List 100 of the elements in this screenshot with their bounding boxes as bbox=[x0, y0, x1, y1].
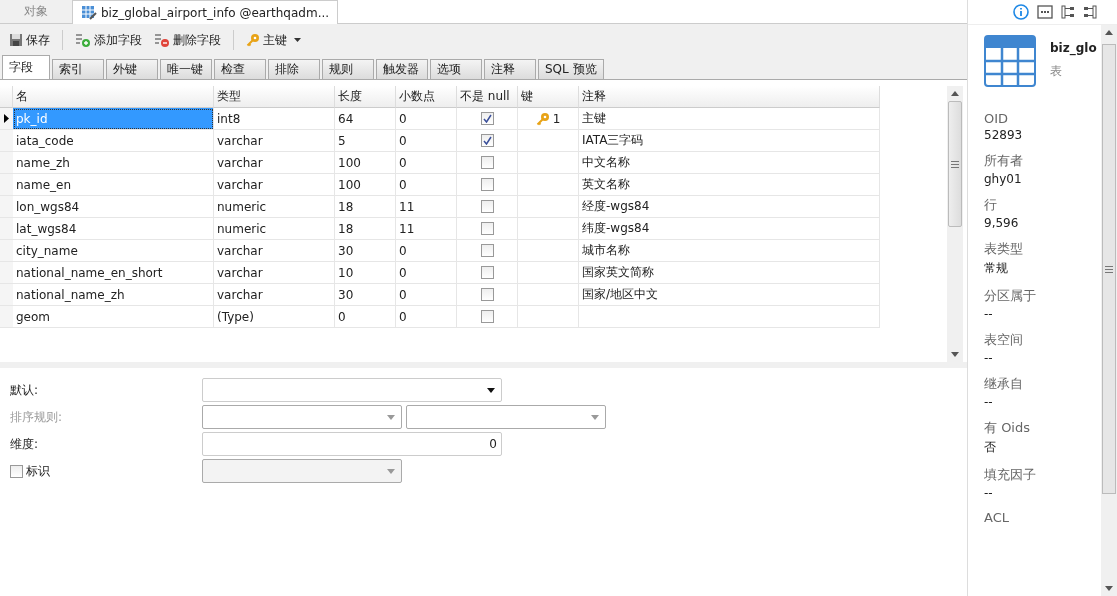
property-value: -- bbox=[984, 351, 994, 365]
section-tab[interactable]: 检查 bbox=[214, 59, 266, 79]
key-icon bbox=[535, 111, 550, 126]
not-null-checkbox[interactable] bbox=[480, 266, 494, 279]
table-cell: city_name bbox=[13, 240, 214, 262]
table-cell: 30 bbox=[335, 284, 396, 306]
table-cell: IATA三字码 bbox=[579, 130, 880, 152]
table-cell: int8 bbox=[214, 108, 335, 130]
section-tab[interactable]: 排除 bbox=[268, 59, 320, 79]
property-label: 分区属于 bbox=[984, 287, 1037, 305]
table-cell: 纬度-wgs84 bbox=[579, 218, 880, 240]
table-cell: 0 bbox=[396, 152, 457, 174]
table-cell: 城市名称 bbox=[579, 240, 880, 262]
table-cell: varchar bbox=[214, 284, 335, 306]
table-cell: 0 bbox=[396, 284, 457, 306]
save-icon bbox=[9, 33, 23, 47]
not-null-checkbox[interactable] bbox=[480, 134, 494, 147]
table-cell: lat_wgs84 bbox=[13, 218, 214, 240]
column-header[interactable]: 小数点 bbox=[396, 86, 457, 108]
column-header[interactable]: 不是 null bbox=[457, 86, 518, 108]
table-cell: 经度-wgs84 bbox=[579, 196, 880, 218]
property-label: 表类型 bbox=[984, 240, 1024, 258]
table-cell: 100 bbox=[335, 152, 396, 174]
section-tab[interactable]: 触发器 bbox=[376, 59, 428, 79]
table-cell: varchar bbox=[214, 152, 335, 174]
section-tab[interactable]: 唯一键 bbox=[160, 59, 212, 79]
document-tab[interactable]: biz_global_airport_info @earthqadm... bbox=[72, 0, 339, 24]
section-tab[interactable]: SQL 预览 bbox=[538, 59, 604, 79]
grip-icon bbox=[951, 160, 959, 168]
input-field[interactable]: 0 bbox=[202, 432, 502, 456]
column-header[interactable]: 注释 bbox=[579, 86, 880, 108]
scroll-down-icon[interactable] bbox=[1105, 586, 1113, 591]
table-cell: 0 bbox=[396, 130, 457, 152]
property-value: 9,596 bbox=[984, 216, 1020, 230]
property-label: 行 bbox=[984, 196, 998, 214]
add-field-icon bbox=[75, 33, 91, 47]
table-cell: 中文名称 bbox=[579, 152, 880, 174]
scroll-down-icon[interactable] bbox=[951, 352, 959, 357]
toolbar-button[interactable]: 添加字段 bbox=[72, 29, 145, 51]
not-null-checkbox[interactable] bbox=[480, 112, 494, 125]
column-header[interactable]: 类型 bbox=[214, 86, 335, 108]
table-cell: iata_code bbox=[13, 130, 214, 152]
scroll-up-icon[interactable] bbox=[1105, 30, 1113, 35]
not-null-checkbox[interactable] bbox=[480, 222, 494, 235]
compare-icon[interactable] bbox=[1083, 5, 1097, 19]
table-cell: 0 bbox=[396, 174, 457, 196]
column-header[interactable]: 键 bbox=[518, 86, 579, 108]
table-cell: 0 bbox=[335, 306, 396, 328]
property-label: 有 Oids bbox=[984, 419, 1031, 437]
not-null-checkbox[interactable] bbox=[480, 156, 494, 169]
section-tab[interactable]: 外键 bbox=[106, 59, 158, 79]
table-cell: numeric bbox=[214, 196, 335, 218]
table-cell: name_zh bbox=[13, 152, 214, 174]
not-null-checkbox[interactable] bbox=[480, 288, 494, 301]
table-cell: varchar bbox=[214, 262, 335, 284]
property-value: -- bbox=[984, 395, 994, 409]
table-cell: geom bbox=[13, 306, 214, 328]
property-value: ghy01 bbox=[984, 172, 1023, 186]
field-label: 默认: bbox=[10, 381, 40, 399]
section-tab[interactable]: 规则 bbox=[322, 59, 374, 79]
table-cell: 100 bbox=[335, 174, 396, 196]
table-cell: 主键 bbox=[579, 108, 880, 130]
ddl-icon[interactable] bbox=[1037, 5, 1053, 19]
scrollbar[interactable] bbox=[947, 86, 963, 362]
scrollbar[interactable] bbox=[1101, 25, 1117, 596]
table-cell: 国家英文简称 bbox=[579, 262, 880, 284]
row-header[interactable] bbox=[0, 108, 13, 130]
section-tab[interactable]: 索引 bbox=[52, 59, 104, 79]
column-header[interactable]: 名 bbox=[13, 86, 214, 108]
table-cell: national_name_zh bbox=[13, 284, 214, 306]
property-label: 所有者 bbox=[984, 152, 1024, 170]
section-tab[interactable]: 选项 bbox=[430, 59, 482, 79]
toolbar-button[interactable]: 保存 bbox=[6, 29, 53, 51]
property-label: OID bbox=[984, 111, 1010, 126]
toolbar-button[interactable]: 主键 bbox=[243, 29, 304, 51]
caret-icon[interactable] bbox=[487, 387, 495, 393]
toolbar-button[interactable]: 删除字段 bbox=[151, 29, 224, 51]
row-header bbox=[0, 86, 13, 108]
not-null-checkbox[interactable] bbox=[480, 200, 494, 213]
not-null-checkbox[interactable] bbox=[480, 244, 494, 257]
column-header[interactable]: 长度 bbox=[335, 86, 396, 108]
table-cell: 0 bbox=[396, 108, 457, 130]
tree-icon[interactable] bbox=[1061, 5, 1075, 19]
table-cell: 0 bbox=[396, 240, 457, 262]
scroll-up-icon[interactable] bbox=[951, 91, 959, 96]
table-cell: 英文名称 bbox=[579, 174, 880, 196]
table-cell: 18 bbox=[335, 196, 396, 218]
field-label: 排序规则: bbox=[10, 408, 64, 426]
not-null-checkbox[interactable] bbox=[480, 178, 494, 191]
table-cell: varchar bbox=[214, 174, 335, 196]
table-cell: lon_wgs84 bbox=[13, 196, 214, 218]
section-tab[interactable]: 字段 bbox=[2, 55, 50, 79]
table-cell: 10 bbox=[335, 262, 396, 284]
info-icon[interactable] bbox=[1013, 4, 1029, 20]
not-null-checkbox[interactable] bbox=[480, 310, 494, 323]
table-cell: varchar bbox=[214, 130, 335, 152]
field-label: 标识 bbox=[26, 462, 50, 480]
section-tab[interactable]: 注释 bbox=[484, 59, 536, 79]
field-label: 维度: bbox=[10, 435, 40, 453]
property-label: 填充因子 bbox=[984, 466, 1037, 484]
